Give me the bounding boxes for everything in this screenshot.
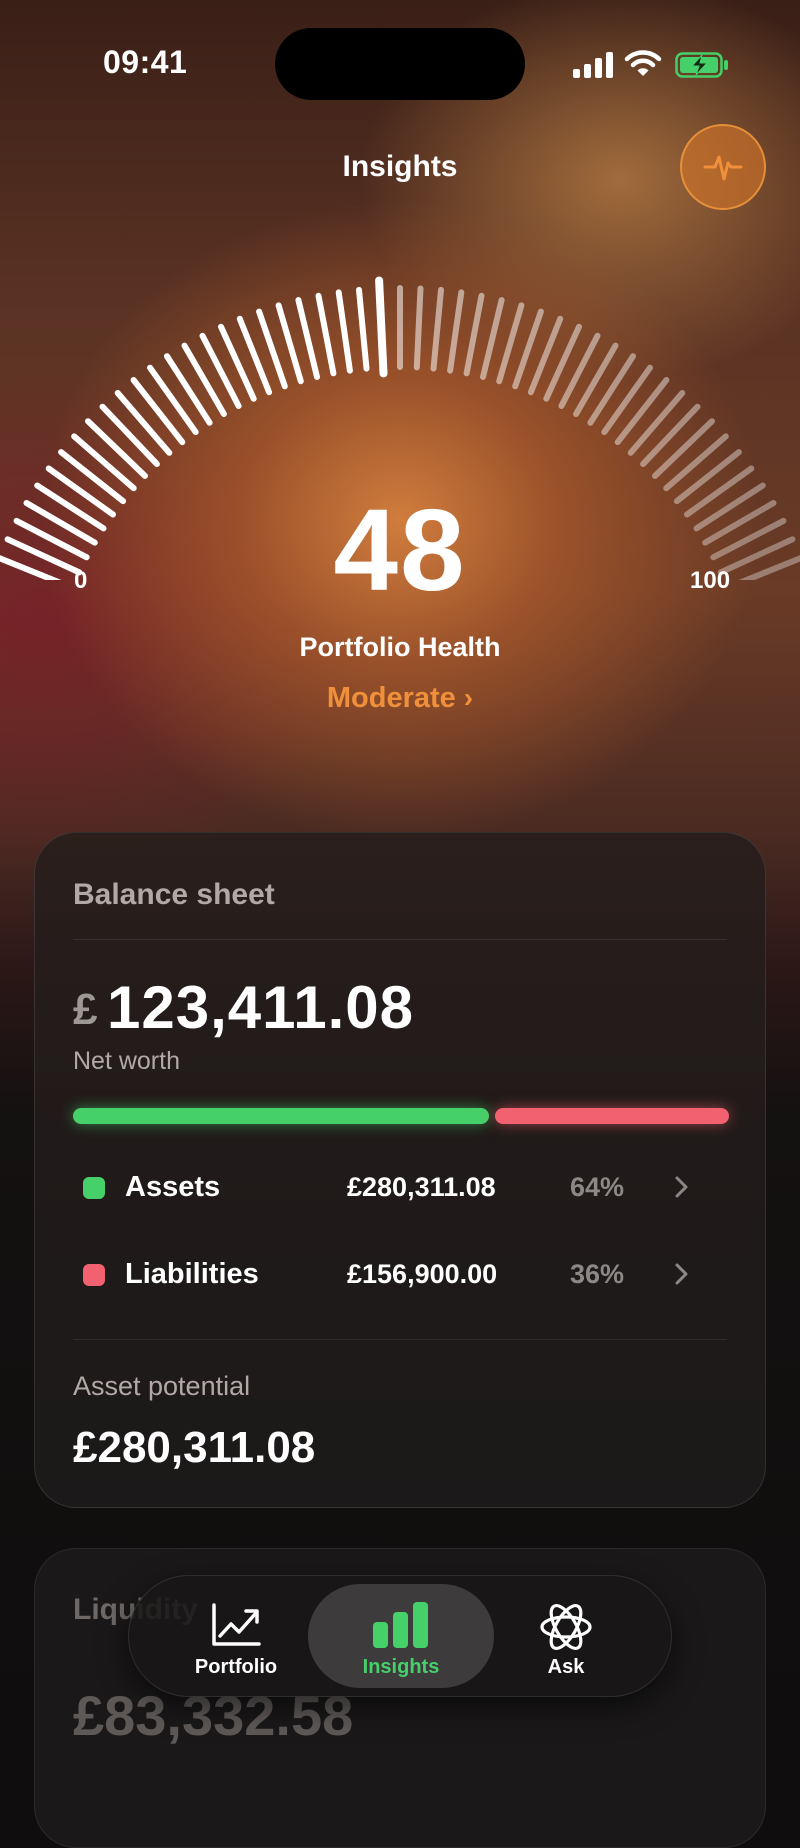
assets-percent: 64%: [570, 1172, 625, 1202]
health-status-link[interactable]: Moderate ›: [0, 682, 800, 715]
pulse-icon: [703, 155, 743, 181]
gauge-tick: [356, 286, 370, 372]
battery-charging-icon: [675, 52, 728, 78]
wifi-icon: [624, 50, 662, 76]
gauge-tick: [627, 390, 686, 456]
status-time: 09:41: [103, 44, 188, 80]
gauge-tick: [199, 332, 242, 409]
gauge-tick: [315, 292, 337, 377]
gauge-tick: [85, 418, 148, 479]
chart-line-icon: [212, 1603, 261, 1646]
signal-icon: [573, 52, 613, 78]
liabilities-label: Liabilities: [125, 1258, 259, 1290]
dynamic-island: [275, 28, 525, 100]
gauge-needle-tick: [375, 276, 388, 378]
net-worth-label: Net worth: [73, 1047, 180, 1075]
liabilities-amount: £156,900.00: [347, 1259, 498, 1289]
gauge-tick: [130, 377, 186, 446]
gauge-tick: [147, 364, 199, 436]
liabilities-percent: 36%: [570, 1259, 625, 1289]
gauge-tick: [413, 285, 424, 371]
liabilities-proportion-bar: [495, 1108, 729, 1124]
atom-icon: [540, 1604, 592, 1650]
health-score-label: Portfolio Health: [299, 632, 501, 662]
asset-potential-value: £280,311.08: [73, 1423, 316, 1472]
chevron-right-icon: [675, 1263, 688, 1285]
chevron-right-icon: ›: [463, 682, 474, 713]
gauge-tick: [430, 286, 444, 372]
assets-color-dot: [83, 1177, 105, 1199]
gauge-tick: [573, 342, 619, 417]
gauge-tick: [164, 353, 213, 426]
status-bar: 09:41: [0, 0, 800, 120]
tab-portfolio[interactable]: Portfolio: [143, 1584, 329, 1688]
net-worth-value: 123,411.08: [107, 974, 414, 1041]
gauge-tick: [614, 377, 670, 446]
balance-sheet-title: Balance sheet: [73, 878, 275, 911]
assets-amount: £280,311.08: [347, 1172, 496, 1202]
tab-insights[interactable]: Insights: [308, 1584, 494, 1688]
gauge-tick: [99, 403, 160, 467]
health-status-text: Moderate: [326, 682, 456, 714]
asset-potential-label: Asset potential: [73, 1371, 251, 1401]
gauge-tick: [652, 418, 715, 479]
gauge-tick: [601, 364, 653, 436]
gauge-tick: [114, 390, 173, 456]
gauge-tick: [587, 353, 636, 426]
chevron-right-icon: [675, 1176, 688, 1198]
tab-portfolio-label: Portfolio: [194, 1656, 278, 1678]
assets-label: Assets: [125, 1171, 221, 1203]
gauge-tick: [463, 292, 485, 377]
assets-proportion-bar: [73, 1108, 489, 1124]
gauge-tick: [71, 433, 137, 492]
tab-ask-label: Ask: [547, 1656, 585, 1678]
gauge-tick: [335, 289, 353, 374]
liabilities-color-dot: [83, 1264, 105, 1286]
gauge-tick: [640, 403, 701, 467]
tab-bar: Portfolio Insights Ask: [128, 1575, 672, 1697]
assets-row[interactable]: Assets £280,311.08 64%: [73, 1163, 729, 1213]
gauge-tick: [480, 297, 505, 380]
gauge-tick: [447, 289, 465, 374]
divider: [73, 939, 727, 940]
health-activity-button[interactable]: [680, 124, 766, 210]
bar-chart-icon: [373, 1602, 428, 1648]
gauge-tick: [295, 297, 320, 380]
liabilities-row[interactable]: Liabilities £156,900.00 36%: [73, 1250, 729, 1300]
gauge-tick: [181, 342, 227, 417]
balance-sheet-card[interactable]: Balance sheet £ 123,411.08 Net worth Ass…: [34, 832, 766, 1508]
net-worth-currency: £: [73, 985, 98, 1034]
tab-ask[interactable]: Ask: [473, 1584, 659, 1688]
tab-insights-label: Insights: [362, 1656, 440, 1678]
gauge-tick: [663, 433, 729, 492]
gauge-tick: [558, 332, 601, 409]
health-score: 48: [333, 485, 467, 615]
divider: [73, 1339, 727, 1340]
